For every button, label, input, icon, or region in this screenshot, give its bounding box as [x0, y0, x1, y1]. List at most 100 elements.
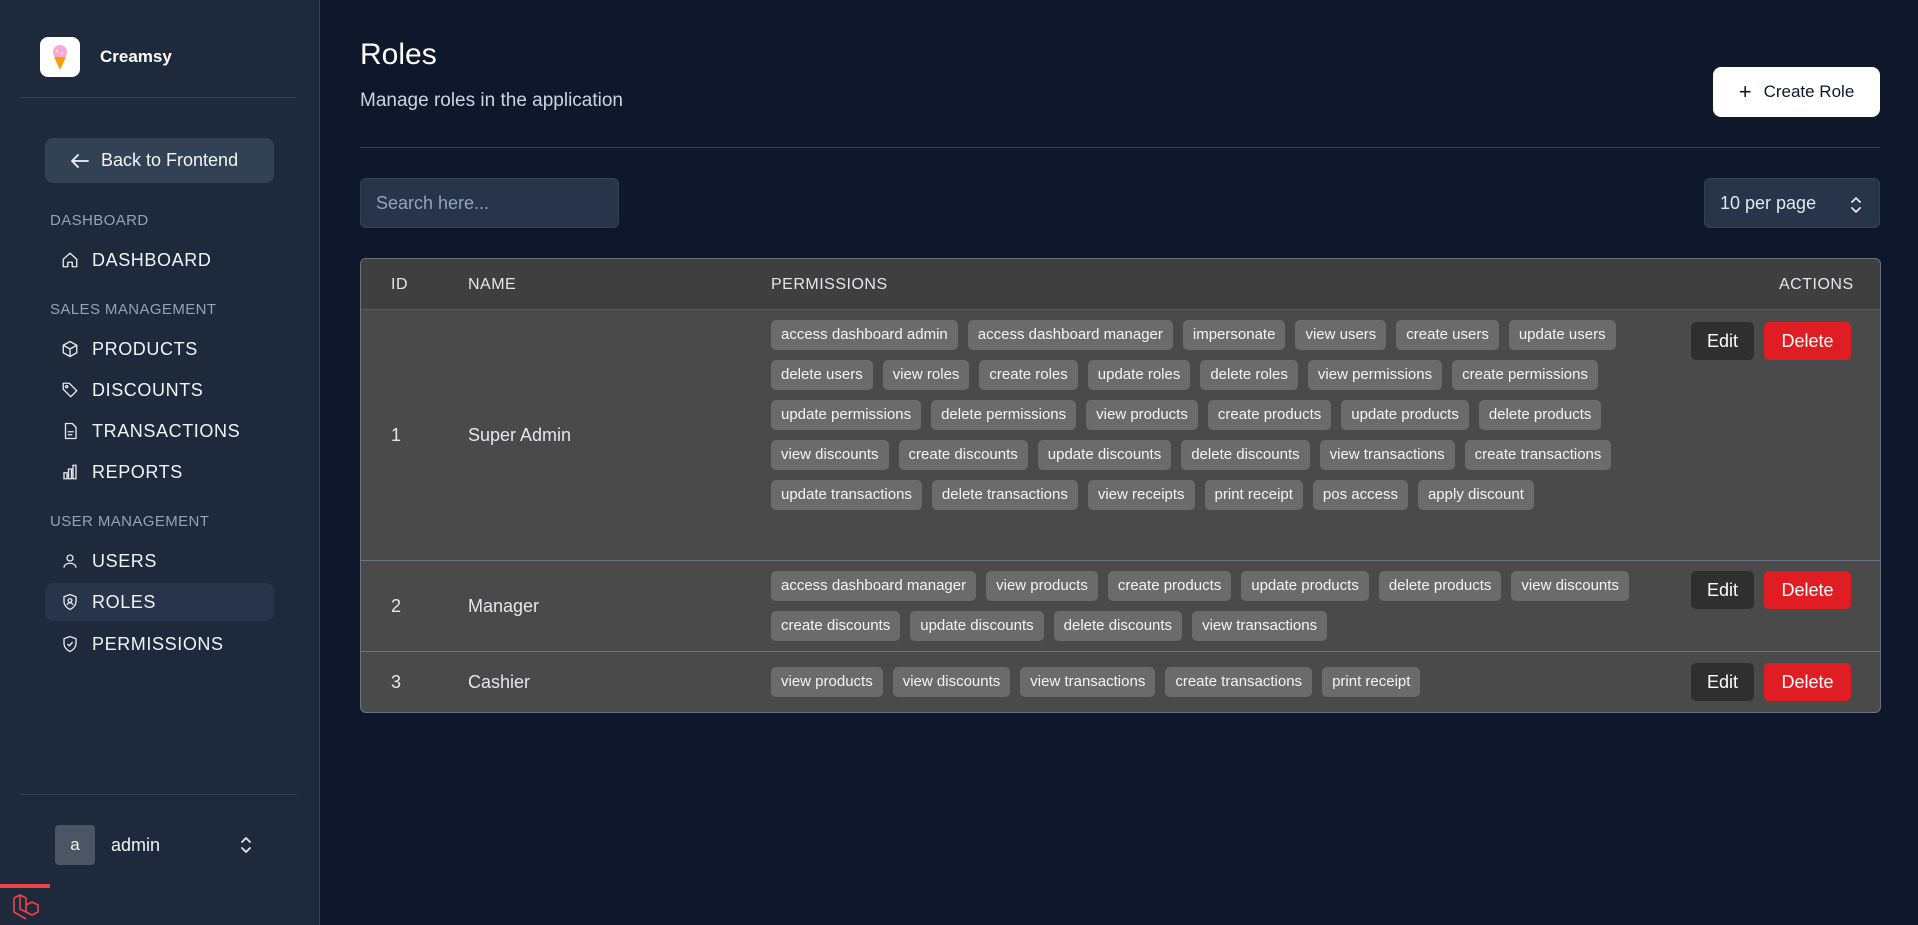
- roles-table: ID NAME PERMISSIONS ACTIONS 1 Super Admi…: [360, 258, 1881, 713]
- user-menu[interactable]: a admin: [55, 825, 265, 865]
- permission-tag: access dashboard admin: [771, 320, 958, 350]
- permission-tag: print receipt: [1322, 667, 1421, 697]
- plus-icon: +: [1738, 79, 1752, 104]
- sidebar-item-products[interactable]: PRODUCTS: [45, 330, 274, 368]
- sidebar-item-dashboard[interactable]: DASHBOARD: [45, 241, 274, 279]
- sidebar-divider: [20, 794, 297, 795]
- permission-tag: view users: [1295, 320, 1387, 350]
- sidebar-item-users[interactable]: USERS: [45, 542, 274, 580]
- permission-tag: view discounts: [771, 440, 889, 470]
- laravel-logo-icon: [13, 894, 39, 920]
- chevron-up-down-icon: [1851, 197, 1861, 213]
- shield-icon: [61, 593, 79, 611]
- back-to-frontend-button[interactable]: Back to Frontend: [45, 138, 274, 183]
- permission-tag: delete transactions: [931, 480, 1078, 510]
- document-icon: [61, 422, 79, 440]
- permission-tag: create transactions: [1464, 440, 1612, 470]
- sidebar-item-label: ROLES: [92, 591, 157, 612]
- column-header-id: ID: [391, 276, 408, 293]
- sidebar-item-label: USERS: [92, 550, 158, 571]
- role-name: Super Admin: [468, 425, 572, 445]
- permission-tag: update discounts: [910, 611, 1044, 641]
- permission-tag: pos access: [1312, 480, 1408, 510]
- permission-tag: view products: [771, 667, 883, 697]
- permission-tag: create discounts: [898, 440, 1028, 470]
- permission-list: view products view discounts view transact…: [771, 667, 1651, 697]
- permission-tag: create roles: [979, 360, 1078, 390]
- permission-list: access dashboard admin access dashboard m…: [771, 320, 1651, 510]
- permission-tag: access dashboard manager: [771, 571, 977, 601]
- page-subtitle: Manage roles in the application: [360, 90, 624, 111]
- permission-tag: create discounts: [771, 611, 901, 641]
- cube-icon: [61, 340, 79, 358]
- sidebar-item-roles[interactable]: ROLES: [45, 583, 274, 621]
- permission-tag: update permissions: [771, 400, 922, 430]
- permission-tag: view receipts: [1087, 480, 1195, 510]
- permission-tag: delete products: [1478, 400, 1602, 430]
- shield-check-icon: [61, 635, 79, 653]
- permission-tag: view products: [1086, 400, 1198, 430]
- back-to-frontend-label: Back to Frontend: [101, 150, 239, 170]
- permission-tag: update roles: [1087, 360, 1191, 390]
- avatar: a: [55, 825, 95, 865]
- delete-button[interactable]: Delete: [1764, 663, 1851, 701]
- permission-tag: create transactions: [1165, 667, 1313, 697]
- permission-tag: view transactions: [1020, 667, 1156, 697]
- permission-tag: update products: [1241, 571, 1369, 601]
- sidebar-divider: [20, 97, 297, 98]
- home-icon: [61, 251, 79, 269]
- permission-tag: delete discounts: [1053, 611, 1183, 641]
- brand-name: Creamsy: [100, 47, 172, 66]
- edit-button[interactable]: Edit: [1691, 571, 1754, 609]
- table-row: 2 Manager access dashboard manager view p…: [361, 561, 1880, 652]
- role-name: Cashier: [468, 672, 531, 692]
- section-dashboard: DASHBOARD: [50, 212, 149, 229]
- role-id: 3: [391, 672, 402, 692]
- per-page-select[interactable]: 10 per page: [1704, 178, 1880, 228]
- sidebar-item-reports[interactable]: REPORTS: [45, 453, 274, 491]
- sidebar-item-label: TRANSACTIONS: [92, 420, 241, 441]
- search-input[interactable]: [360, 178, 619, 228]
- role-name: Manager: [468, 596, 540, 616]
- permission-tag: create users: [1396, 320, 1499, 350]
- delete-button[interactable]: Delete: [1764, 571, 1851, 609]
- permission-tag: delete permissions: [931, 400, 1077, 430]
- permission-tag: view transactions: [1319, 440, 1455, 470]
- permission-tag: create products: [1207, 400, 1332, 430]
- permission-list: access dashboard manager view products cre…: [771, 571, 1651, 641]
- brand[interactable]: Creamsy: [40, 37, 172, 77]
- permission-tag: create products: [1107, 571, 1232, 601]
- sidebar-item-transactions[interactable]: TRANSACTIONS: [45, 412, 274, 450]
- table-row: 3 Cashier view products view discounts vie…: [361, 652, 1880, 712]
- user-name: admin: [111, 834, 161, 855]
- sidebar-item-permissions[interactable]: PERMISSIONS: [45, 625, 274, 663]
- permission-tag: delete roles: [1200, 360, 1298, 390]
- edit-button[interactable]: Edit: [1691, 663, 1754, 701]
- permission-tag: update discounts: [1037, 440, 1172, 470]
- permission-tag: access dashboard manager: [967, 320, 1173, 350]
- create-role-button[interactable]: + Create Role: [1713, 67, 1880, 117]
- sidebar-item-label: REPORTS: [92, 461, 183, 482]
- sidebar-item-label: DASHBOARD: [92, 249, 212, 270]
- tag-icon: [61, 381, 79, 399]
- permission-tag: delete users: [771, 360, 873, 390]
- column-header-name: NAME: [468, 276, 517, 293]
- table-row: 1 Super Admin access dashboard admin acce…: [361, 310, 1880, 561]
- permission-tag: view products: [986, 571, 1098, 601]
- permission-tag: impersonate: [1182, 320, 1286, 350]
- permission-tag: view discounts: [892, 667, 1011, 697]
- sidebar: Creamsy Back to Frontend DASHBOARD DASHB…: [0, 0, 320, 925]
- edit-button[interactable]: Edit: [1691, 322, 1754, 360]
- delete-button[interactable]: Delete: [1764, 322, 1851, 360]
- role-id: 2: [391, 596, 402, 616]
- chart-bar-icon: [61, 463, 79, 481]
- sidebar-item-discounts[interactable]: DISCOUNTS: [45, 371, 274, 409]
- permission-tag: view permissions: [1307, 360, 1443, 390]
- role-id: 1: [391, 425, 402, 445]
- permission-tag: update transactions: [771, 480, 922, 510]
- permission-tag: update products: [1341, 400, 1469, 430]
- permission-tag: apply discount: [1417, 480, 1534, 510]
- section-user-management: USER MANAGEMENT: [50, 513, 210, 530]
- sidebar-item-label: PERMISSIONS: [92, 633, 224, 654]
- header-divider: [360, 147, 1880, 148]
